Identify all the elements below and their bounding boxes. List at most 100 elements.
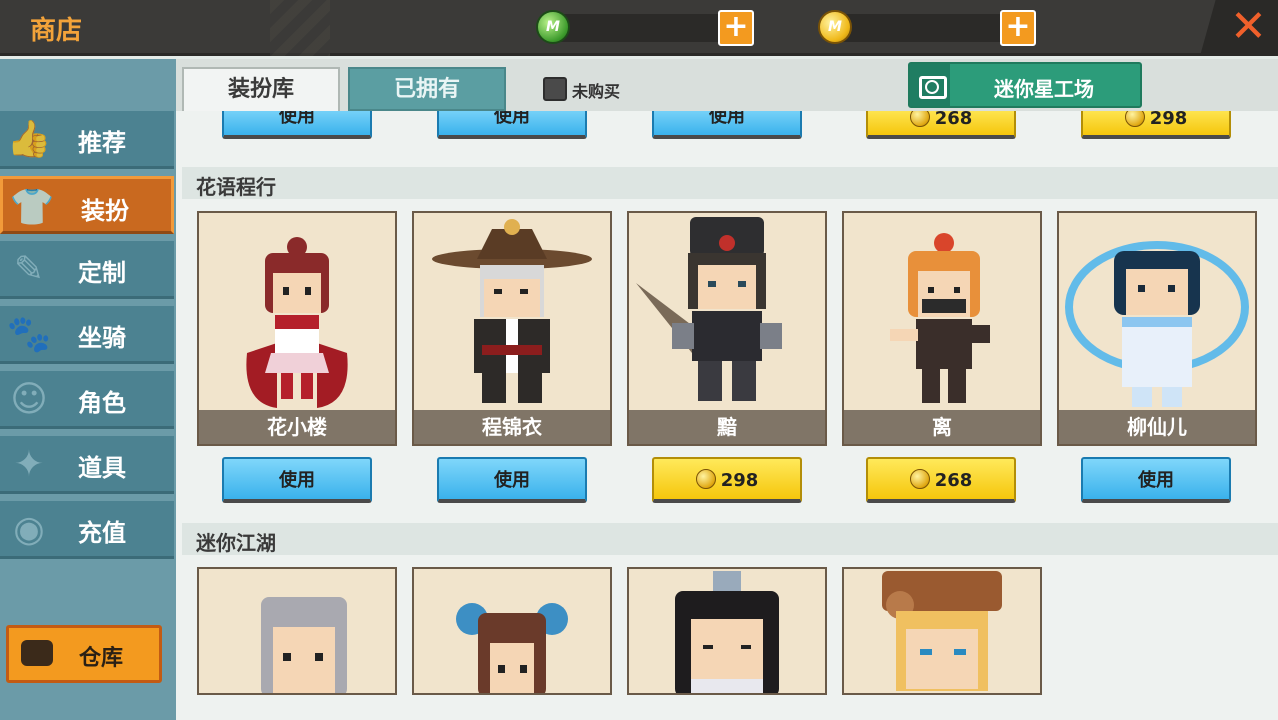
not-purchased-label: 未购买 <box>572 82 621 101</box>
outfit-card[interactable]: 黯 <box>627 211 827 446</box>
pencil-icon: ✎ <box>13 249 45 290</box>
outfit-name: 离 <box>932 415 952 439</box>
character-portrait <box>261 597 347 693</box>
character-icon: ☺ <box>10 379 48 420</box>
sidebar-item-recommend[interactable]: 👍 推荐 <box>0 111 174 169</box>
price-label: 268 <box>934 111 973 129</box>
sidebar-item-character[interactable]: ☺ 角色 <box>0 371 174 429</box>
sidebar-item-label: 装扮 <box>81 197 129 225</box>
sidebar-item-custom[interactable]: ✎ 定制 <box>0 241 174 299</box>
mount-icon: 🐾 <box>6 314 52 355</box>
sidebar-item-label: 推荐 <box>78 129 126 157</box>
shop-content: 使用 使用 使用 268 298 花语程行 花小楼 使用 程锦衣 使用 黯 29… <box>176 111 1278 720</box>
outfit-card[interactable]: 柳仙儿 <box>1057 211 1257 446</box>
tab-outfit-library[interactable]: 装扮库 <box>182 67 340 111</box>
outfit-name: 花小楼 <box>267 415 327 439</box>
use-button[interactable]: 使用 <box>222 111 372 139</box>
outfit-card[interactable]: 程锦衣 <box>412 211 612 446</box>
sidebar-item-outfit[interactable]: 👕 装扮 <box>0 176 174 234</box>
character-portrait <box>432 219 592 403</box>
close-icon: ✕ <box>1230 1 1267 52</box>
price-label: 298 <box>1149 111 1188 129</box>
outfit-card[interactable] <box>412 567 612 695</box>
gold-coin-icon <box>909 469 930 489</box>
use-label: 使用 <box>494 470 530 491</box>
use-button[interactable]: 使用 <box>437 457 587 503</box>
use-button[interactable]: 使用 <box>222 457 372 503</box>
sidebar: 👍 推荐 👕 装扮 ✎ 定制 🐾 坐骑 ☺ 角色 ✦ 道具 ◉ 充值 仓库 <box>0 59 176 720</box>
gold-balance-bar <box>836 14 1018 42</box>
character-portrait <box>675 571 779 693</box>
coins-icon: ◉ <box>13 509 45 550</box>
workshop-label: 迷你星工场 <box>994 77 1094 101</box>
add-gold-button[interactable]: + <box>1000 10 1036 46</box>
name-bar: 柳仙儿 <box>1059 410 1255 444</box>
gem-icon: M <box>536 10 570 44</box>
character-portrait <box>1065 241 1249 407</box>
character-portrait <box>246 237 348 408</box>
section-header: 花语程行 <box>182 167 1278 199</box>
name-bar: 黯 <box>629 410 825 444</box>
tab-owned[interactable]: 已拥有 <box>348 67 506 111</box>
gold-coin-icon <box>695 469 716 489</box>
outfit-card[interactable]: 离 <box>842 211 1042 446</box>
character-portrait <box>636 217 782 401</box>
close-button[interactable]: ✕ <box>1200 0 1278 56</box>
name-bar: 程锦衣 <box>414 410 610 444</box>
use-button[interactable]: 使用 <box>1081 457 1231 503</box>
character-portrait <box>882 571 1002 691</box>
gold-coin-icon <box>1124 111 1145 127</box>
sidebar-item-mount[interactable]: 🐾 坐骑 <box>0 306 174 364</box>
gold-currency: M + <box>818 10 1038 46</box>
sidebar-item-label: 道具 <box>78 454 126 482</box>
not-purchased-checkbox[interactable] <box>543 77 567 101</box>
outfit-name: 程锦衣 <box>482 415 542 439</box>
decorative-stripe <box>270 0 330 56</box>
use-label: 使用 <box>279 111 315 127</box>
use-label: 使用 <box>494 111 530 127</box>
sidebar-item-props[interactable]: ✦ 道具 <box>0 436 174 494</box>
character-portrait <box>456 603 568 693</box>
sidebar-item-label: 角色 <box>78 389 126 417</box>
camera-icon <box>910 64 950 106</box>
buy-button[interactable]: 268 <box>866 457 1016 503</box>
sidebar-item-recharge[interactable]: ◉ 充值 <box>0 501 174 559</box>
chest-icon <box>21 640 53 666</box>
use-label: 使用 <box>709 111 745 127</box>
top-bar: 商店 M + M + ✕ <box>0 0 1278 56</box>
use-label: 使用 <box>1138 470 1174 491</box>
mini-workshop-button[interactable]: 迷你星工场 <box>908 62 1142 108</box>
gem-balance-bar <box>554 14 734 42</box>
sidebar-item-label: 定制 <box>78 259 126 287</box>
tabs-row: 装扮库 已拥有 未购买 迷你星工场 <box>176 59 1278 111</box>
gem-currency: M + <box>536 10 756 46</box>
name-bar: 离 <box>844 410 1040 444</box>
price-label: 298 <box>720 470 759 491</box>
props-icon: ✦ <box>13 444 45 485</box>
use-label: 使用 <box>279 470 315 491</box>
character-portrait <box>890 233 990 403</box>
use-button[interactable]: 使用 <box>437 111 587 139</box>
outfit-card[interactable]: 花小楼 <box>197 211 397 446</box>
buy-button[interactable]: 298 <box>1081 111 1231 139</box>
name-bar: 花小楼 <box>199 410 395 444</box>
buy-button[interactable]: 268 <box>866 111 1016 139</box>
sidebar-item-label: 坐骑 <box>78 324 126 352</box>
outfit-card[interactable] <box>197 567 397 695</box>
outfit-card[interactable] <box>627 567 827 695</box>
use-button[interactable]: 使用 <box>652 111 802 139</box>
outfit-name: 柳仙儿 <box>1127 415 1187 439</box>
shirt-icon: 👕 <box>9 187 55 228</box>
section-title: 花语程行 <box>196 175 276 199</box>
outfit-name: 黯 <box>717 415 737 439</box>
outfit-card[interactable] <box>842 567 1042 695</box>
price-label: 268 <box>934 470 973 491</box>
warehouse-button[interactable]: 仓库 <box>6 625 162 683</box>
gold-coin-icon: M <box>818 10 852 44</box>
add-gem-button[interactable]: + <box>718 10 754 46</box>
buy-button[interactable]: 298 <box>652 457 802 503</box>
section-title: 迷你江湖 <box>196 531 276 555</box>
section-header: 迷你江湖 <box>182 523 1278 555</box>
thumbs-up-icon: 👍 <box>6 119 52 160</box>
page-title: 商店 <box>30 16 83 46</box>
